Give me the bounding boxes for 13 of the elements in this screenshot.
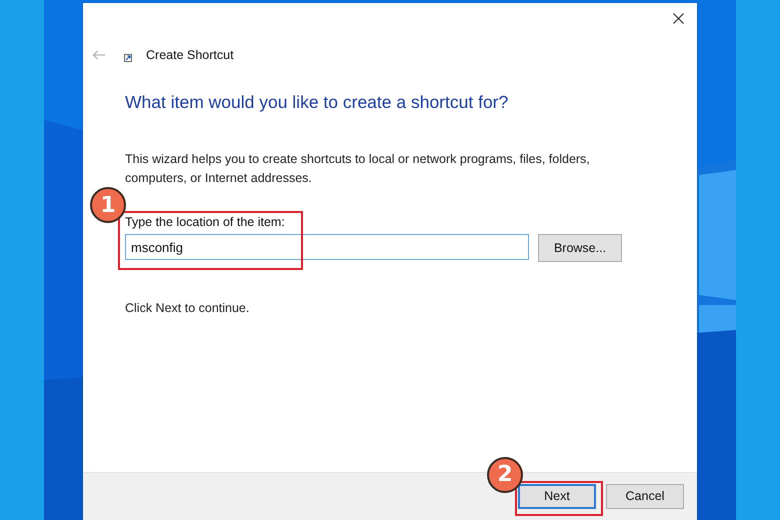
step-badge: 2 — [487, 456, 523, 492]
location-field[interactable]: msconfig — [125, 234, 529, 260]
shortcut-icon — [124, 54, 132, 62]
cancel-button[interactable]: Cancel — [606, 484, 684, 508]
browse-button[interactable]: Browse... — [538, 234, 622, 262]
step-badge: 1 — [90, 187, 126, 223]
dialog-title: Create Shortcut — [146, 48, 234, 62]
field-label: Type the location of the item: — [125, 215, 286, 229]
wizard-heading: What item would you like to create a shortcut for? — [125, 92, 510, 113]
description-text: This wizard helps you to create shortcuts to local or network programs, files, folders, computers, or Internet addresses. — [125, 151, 591, 187]
close-icon[interactable] — [673, 13, 684, 24]
hint-text: Click Next to continue. — [125, 301, 250, 315]
next-button[interactable]: Next — [518, 484, 596, 508]
